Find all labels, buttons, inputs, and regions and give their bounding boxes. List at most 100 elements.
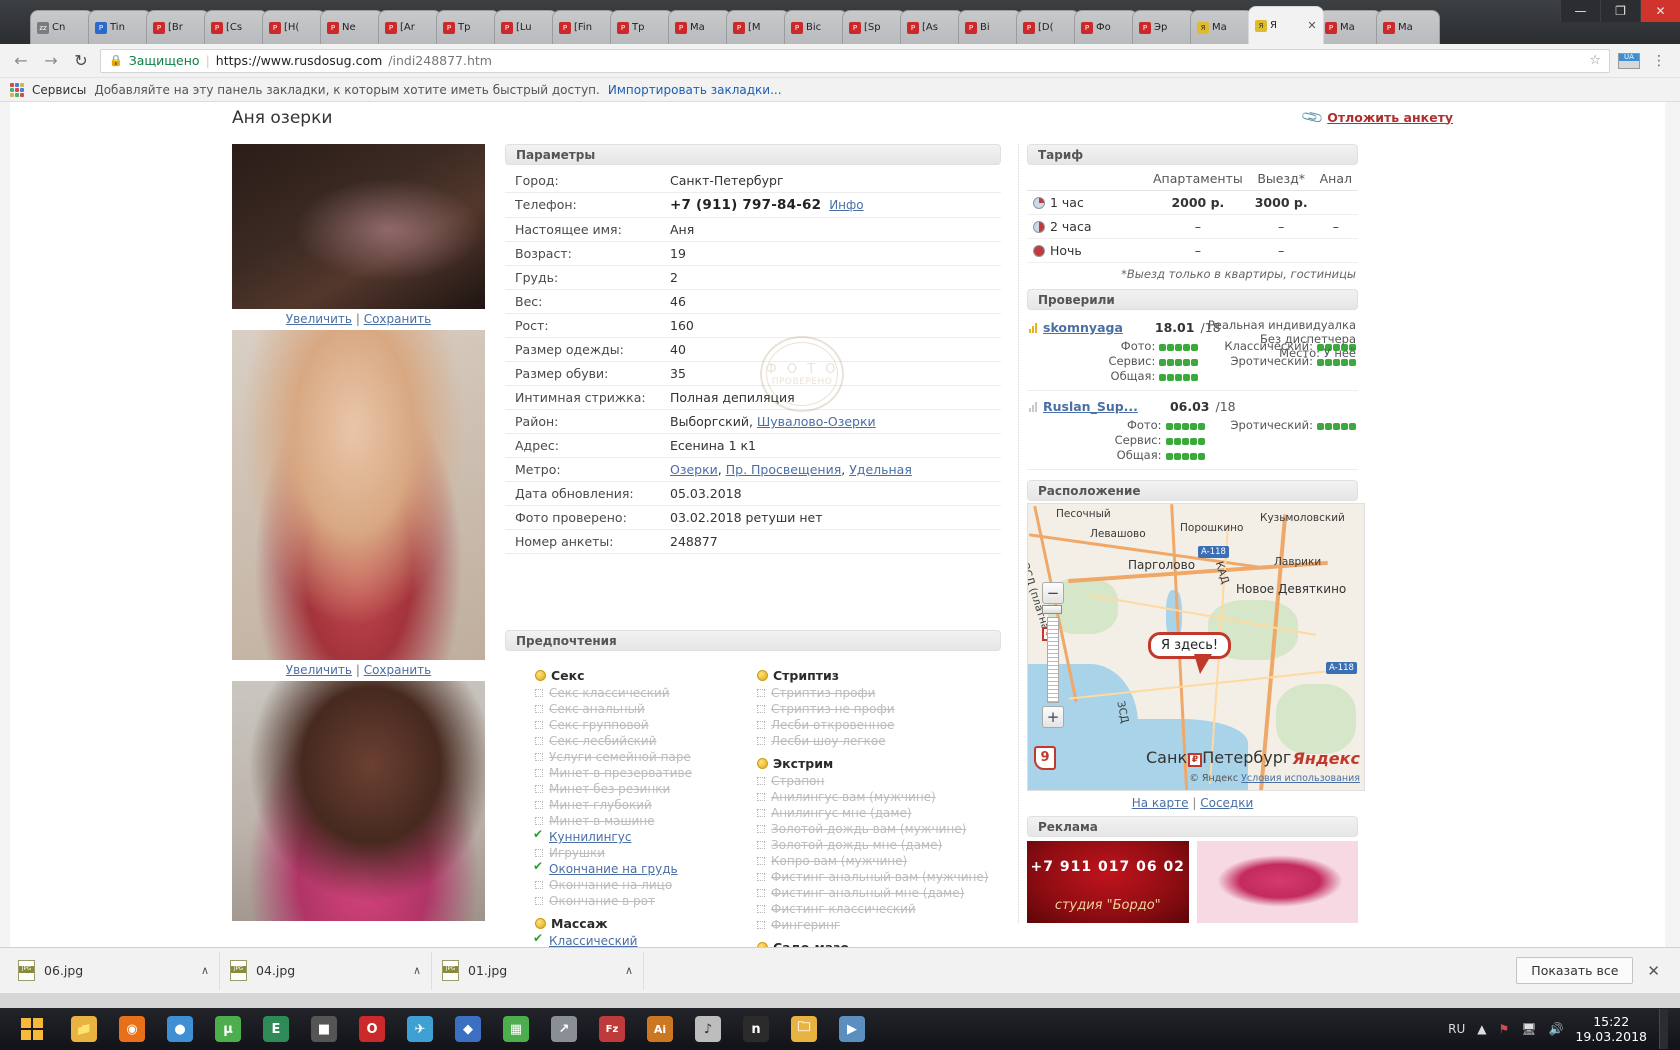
taskbar-app-music[interactable]: ♪ (684, 1009, 732, 1049)
list-item[interactable]: Минет без резинки (535, 781, 757, 797)
browser-tab[interactable]: P [Lu (494, 10, 558, 44)
enlarge-link[interactable]: Увеличить (286, 312, 352, 326)
map-terms-link[interactable]: Условия использования (1241, 773, 1360, 784)
profile-photo-1[interactable] (232, 144, 485, 309)
browser-tab[interactable]: P Tp (610, 10, 674, 44)
photo-item[interactable] (232, 681, 485, 921)
volume-icon[interactable]: 🔊 (1548, 1022, 1563, 1036)
defer-profile-link[interactable]: Отложить анкету (1327, 110, 1453, 125)
list-item[interactable]: Игрушки (535, 845, 757, 861)
taskbar-app-media[interactable]: ▶ (828, 1009, 876, 1049)
list-item[interactable]: Минет глубокий (535, 797, 757, 813)
forward-icon[interactable]: → (40, 50, 62, 72)
list-item[interactable]: Секс анальный (535, 701, 757, 717)
save-link[interactable]: Сохранить (364, 312, 432, 326)
photo-item[interactable]: Увеличить | Сохранить (232, 330, 485, 677)
list-item[interactable]: Фистинг классический (757, 901, 979, 917)
checkbox-checked-icon[interactable] (533, 930, 543, 946)
list-item[interactable]: Лесби откровенное (757, 717, 979, 733)
close-tab-icon[interactable]: ✕ (1307, 19, 1317, 32)
list-item[interactable]: Стриптиз профи (757, 685, 979, 701)
list-item[interactable]: Золотой дождь мне (даме) (757, 837, 979, 853)
list-item[interactable]: Окончание в рот (535, 893, 757, 909)
back-icon[interactable]: ← (10, 50, 32, 72)
browser-tab[interactable]: Я Ма (1190, 10, 1254, 44)
chevron-up-icon[interactable]: ∧ (413, 964, 421, 977)
network-error-icon[interactable]: ⚑ (1498, 1022, 1509, 1036)
close-window-button[interactable]: ✕ (1640, 0, 1680, 22)
list-item[interactable]: Золотой дождь вам (мужчине) (757, 821, 979, 837)
list-item[interactable]: Фистинг анальный мне (даме) (757, 885, 979, 901)
browser-tab[interactable]: zz Cn (30, 10, 94, 44)
address-bar[interactable]: 🔒 Защищено | https://www.rusdosug.com/in… (100, 48, 1610, 73)
reviewer-name[interactable]: skomnyaga (1043, 320, 1123, 335)
checkbox-icon[interactable] (757, 721, 765, 729)
checkbox-icon[interactable] (535, 705, 543, 713)
taskbar-app-utorrent[interactable]: μ (204, 1009, 252, 1049)
browser-tab[interactable]: P [D( (1016, 10, 1080, 44)
metro-link[interactable]: Пр. Просвещения (726, 462, 841, 477)
district-link[interactable]: Шувалово-Озерки (757, 414, 876, 429)
list-item[interactable]: Лесби шоу легкое (757, 733, 979, 749)
checkbox-icon[interactable] (535, 721, 543, 729)
map-zoom-control[interactable]: − + (1042, 582, 1064, 728)
checkbox-icon[interactable] (757, 737, 765, 745)
checkbox-icon[interactable] (535, 817, 543, 825)
list-item[interactable]: Фингеринг (757, 917, 979, 933)
import-bookmarks-link[interactable]: Импортировать закладки... (608, 83, 782, 97)
list-item[interactable]: Фистинг анальный вам (мужчине) (757, 869, 988, 885)
taskbar-app-camera[interactable]: ■ (300, 1009, 348, 1049)
reviewer-name[interactable]: Ruslan_Sup... (1043, 399, 1138, 414)
checkbox-icon[interactable] (535, 881, 543, 889)
ad-banner-2[interactable] (1196, 841, 1358, 923)
browser-tab[interactable]: P [H( (262, 10, 326, 44)
taskbar-app-explorer[interactable]: 📁 (60, 1009, 108, 1049)
list-item[interactable]: Окончание на лицо (535, 877, 757, 893)
metro-link[interactable]: Озерки (670, 462, 718, 477)
taskbar-app-chart[interactable]: ↗ (540, 1009, 588, 1049)
checkbox-icon[interactable] (757, 777, 765, 785)
location-map[interactable]: Песочный Левашово Порошкино Кузьмоловски… (1027, 503, 1365, 791)
browser-tab[interactable]: P [Fin (552, 10, 616, 44)
taskbar-app-illustrator[interactable]: Ai (636, 1009, 684, 1049)
apps-grid-icon[interactable] (10, 82, 24, 97)
enlarge-link[interactable]: Увеличить (286, 663, 352, 677)
list-item[interactable]: Классический (533, 930, 757, 947)
list-item[interactable]: Минет в презервативе (535, 765, 757, 781)
browser-tab-active[interactable]: Я Я ✕ (1248, 6, 1324, 44)
taskbar-app-folder[interactable]: 🗀 (780, 1009, 828, 1049)
taskbar-app-filezilla[interactable]: Fz (588, 1009, 636, 1049)
bookmark-star-icon[interactable]: ☆ (1589, 53, 1601, 68)
checkbox-icon[interactable] (757, 921, 765, 929)
checkbox-icon[interactable] (757, 889, 765, 897)
checkbox-checked-icon[interactable] (533, 826, 543, 842)
checkbox-icon[interactable] (535, 737, 543, 745)
browser-tab[interactable]: P Bi (958, 10, 1022, 44)
profile-photo-2[interactable] (232, 330, 485, 660)
chevron-up-icon[interactable]: ▲ (1477, 1022, 1486, 1036)
show-desktop-button[interactable] (1659, 1009, 1668, 1049)
list-item[interactable]: Анилингус мне (даме) (757, 805, 979, 821)
list-item[interactable]: Страпон (757, 773, 979, 789)
list-item[interactable]: Окончание на грудь (533, 858, 757, 877)
checkbox-icon[interactable] (757, 793, 765, 801)
close-shelf-icon[interactable]: ✕ (1647, 962, 1660, 980)
checkbox-icon[interactable] (535, 769, 543, 777)
browser-tab[interactable]: P Ma (1318, 10, 1382, 44)
browser-tab[interactable]: P Tp (436, 10, 500, 44)
taskbar-app-editor[interactable]: E (252, 1009, 300, 1049)
list-item[interactable]: Стриптиз не профи (757, 701, 979, 717)
checkbox-icon[interactable] (757, 689, 765, 697)
display-icon[interactable]: 🖥 (1521, 1022, 1536, 1036)
language-indicator[interactable]: RU (1448, 1022, 1465, 1036)
map-pin-icon[interactable]: 9 (1034, 746, 1056, 770)
checkbox-icon[interactable] (535, 785, 543, 793)
reload-icon[interactable]: ↻ (70, 50, 92, 72)
browser-tab[interactable]: P Ne (320, 10, 384, 44)
maximize-button[interactable]: ❐ (1600, 0, 1640, 22)
photo-item[interactable]: Увеличить | Сохранить (232, 144, 485, 326)
browser-tab[interactable]: P [Cs (204, 10, 268, 44)
list-item[interactable]: Копро вам (мужчине) (757, 853, 979, 869)
checkbox-icon[interactable] (757, 841, 765, 849)
browser-tab[interactable]: P [Ar (378, 10, 442, 44)
